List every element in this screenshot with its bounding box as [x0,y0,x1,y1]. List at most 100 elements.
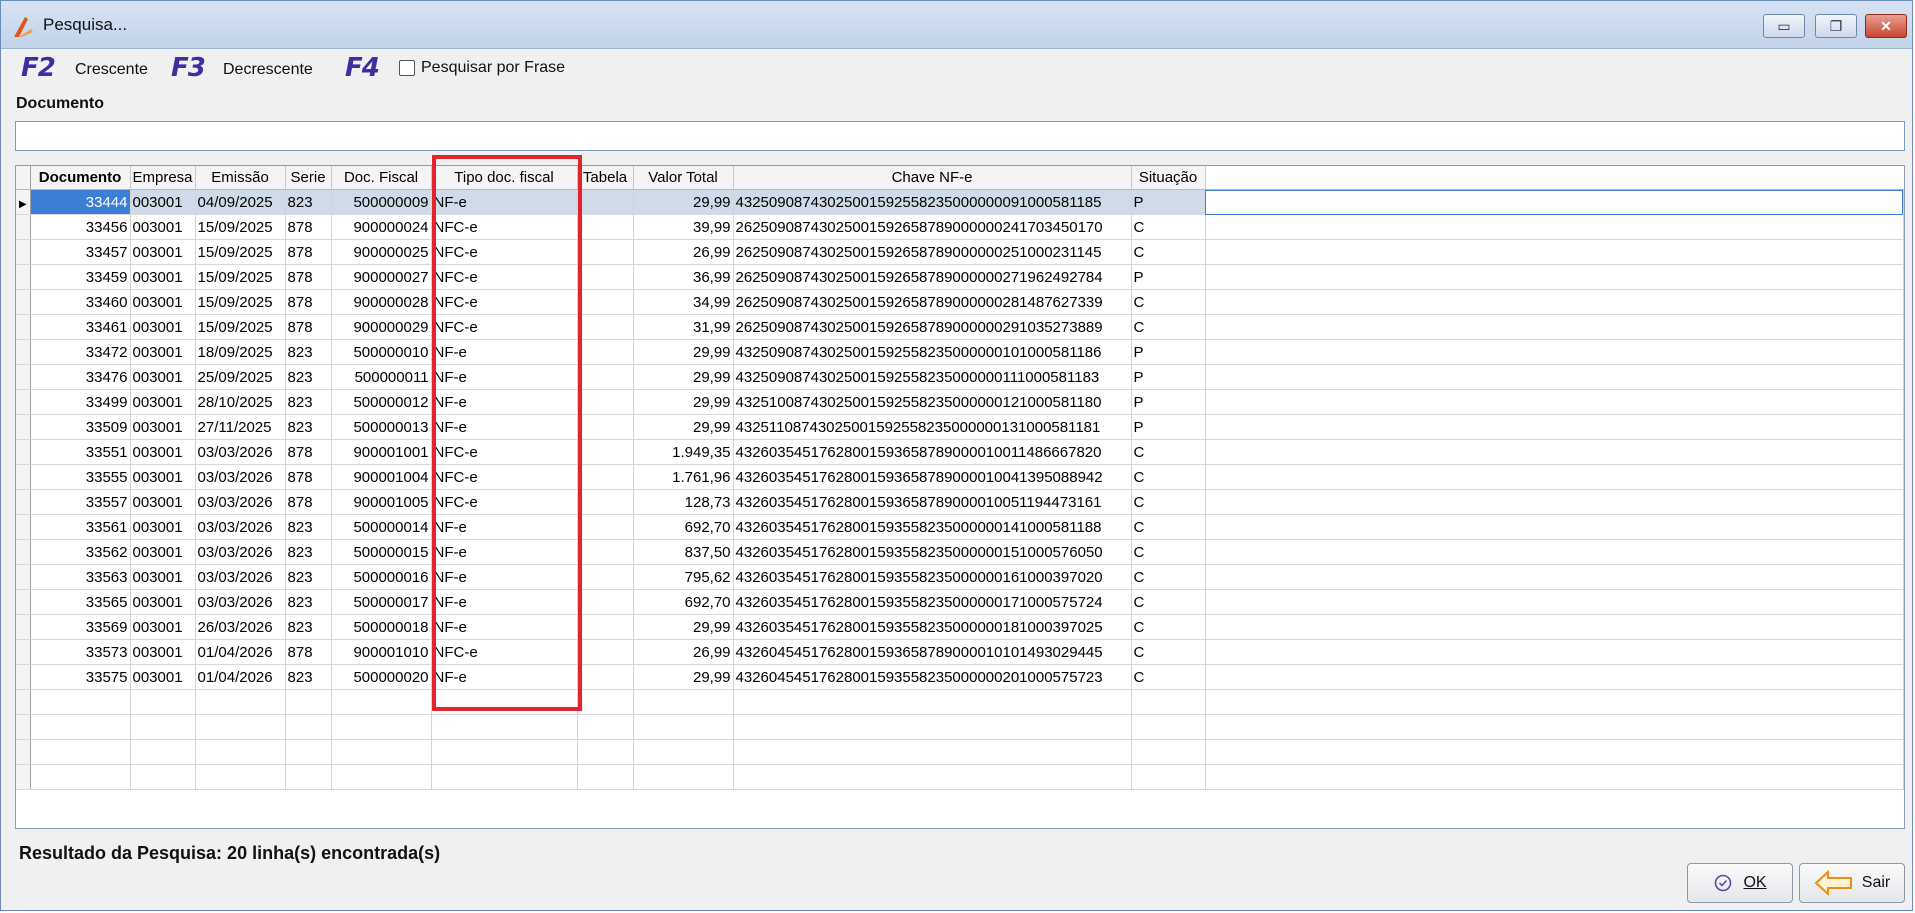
cell-tabela[interactable] [577,414,634,440]
cell-documento[interactable]: 33499 [30,389,131,415]
cell-chave-nfe[interactable]: 2625090874302500159265878900000029103527… [733,314,1132,340]
cell-empresa[interactable]: 003001 [130,489,196,515]
cell-tabela[interactable] [577,339,634,365]
cell-tipo-doc-fiscal[interactable]: NFC-e [431,439,578,465]
cell-tabela[interactable] [577,489,634,515]
cell-tipo-doc-fiscal[interactable]: NF-e [431,564,578,590]
cell-documento[interactable]: 33563 [30,564,131,590]
cell-valor-total[interactable]: 29,99 [633,614,734,640]
cell-valor-total[interactable]: 39,99 [633,214,734,240]
cell-valor-total[interactable]: 837,50 [633,539,734,565]
cell-empresa[interactable]: 003001 [130,289,196,315]
cell-valor-total[interactable]: 29,99 [633,364,734,390]
cell-documento[interactable]: 33472 [30,339,131,365]
column-header-documento[interactable]: Documento [30,166,131,190]
cell-emissao[interactable]: 03/03/2026 [195,439,286,465]
cell-emissao[interactable]: 03/03/2026 [195,539,286,565]
cell-valor-total[interactable]: 1.949,35 [633,439,734,465]
cell-valor-total[interactable]: 692,70 [633,589,734,615]
cell-tabela[interactable] [577,289,634,315]
cell-situacao[interactable]: C [1131,489,1206,515]
cell-chave-nfe[interactable]: 4326035451762800159365878900001005119447… [733,489,1132,515]
table-row[interactable]: 33569 003001 26/03/2026 823 500000018 NF-e 29,… [16,614,1904,640]
cell-chave-nfe[interactable]: 4326035451762800159365878900001004139508… [733,464,1132,490]
cell-chave-nfe[interactable]: 4326045451762800159365878900001010149302… [733,639,1132,665]
cell-tipo-doc-fiscal[interactable]: NF-e [431,514,578,540]
cell-valor-total[interactable]: 1.761,96 [633,464,734,490]
cell-tabela[interactable] [577,539,634,565]
cell-documento[interactable]: 33565 [30,589,131,615]
cell-tabela[interactable] [577,214,634,240]
cell-empresa[interactable]: 003001 [130,439,196,465]
cell-tipo-doc-fiscal[interactable]: NF-e [431,614,578,640]
cell-tipo-doc-fiscal[interactable]: NFC-e [431,289,578,315]
cell-serie[interactable]: 878 [285,314,332,340]
cell-empresa[interactable]: 003001 [130,464,196,490]
cell-doc-fiscal[interactable]: 500000010 [331,339,432,365]
phrase-search-label[interactable]: Pesquisar por Frase [421,59,565,77]
minimize-button[interactable]: ▭ [1763,14,1805,38]
results-grid[interactable]: Documento Empresa Emissão Serie Doc. Fiscal T… [15,165,1905,829]
cell-doc-fiscal[interactable]: 500000015 [331,539,432,565]
cell-emissao[interactable]: 26/03/2026 [195,614,286,640]
ok-button[interactable]: OK [1687,863,1793,903]
cell-doc-fiscal[interactable]: 500000009 [331,189,432,215]
cell-tipo-doc-fiscal[interactable]: NFC-e [431,639,578,665]
cell-chave-nfe[interactable]: 4325090874302500159255823500000010100058… [733,339,1132,365]
cell-valor-total[interactable]: 34,99 [633,289,734,315]
cell-tabela[interactable] [577,589,634,615]
cell-tabela[interactable] [577,364,634,390]
cell-empresa[interactable]: 003001 [130,214,196,240]
cell-tipo-doc-fiscal[interactable]: NF-e [431,664,578,690]
column-header-serie[interactable]: Serie [285,166,332,190]
cell-situacao[interactable]: P [1131,264,1206,290]
cell-chave-nfe[interactable]: 4326035451762800159355823500000017100057… [733,589,1132,615]
cell-chave-nfe[interactable]: 4325090874302500159255823500000009100058… [733,189,1132,215]
cell-empresa[interactable]: 003001 [130,264,196,290]
cell-emissao[interactable]: 01/04/2026 [195,664,286,690]
table-row[interactable]: 33460 003001 15/09/2025 878 900000028 NFC-e 34… [16,289,1904,315]
cell-situacao[interactable]: C [1131,639,1206,665]
cell-serie[interactable]: 878 [285,489,332,515]
cell-tipo-doc-fiscal[interactable]: NF-e [431,389,578,415]
cell-serie[interactable]: 823 [285,564,332,590]
column-header-empresa[interactable]: Empresa [130,166,196,190]
cell-empresa[interactable]: 003001 [130,364,196,390]
table-row[interactable]: 33551 003001 03/03/2026 878 900001001 NFC-e 1.… [16,439,1904,465]
cell-doc-fiscal[interactable]: 900000028 [331,289,432,315]
cell-doc-fiscal[interactable]: 900001010 [331,639,432,665]
cell-empresa[interactable]: 003001 [130,389,196,415]
cell-situacao[interactable]: C [1131,564,1206,590]
cell-doc-fiscal[interactable]: 500000016 [331,564,432,590]
cell-empresa[interactable]: 003001 [130,239,196,265]
table-row[interactable]: 33476 003001 25/09/2025 823 500000011 NF-e 29,… [16,364,1904,390]
cell-valor-total[interactable]: 26,99 [633,639,734,665]
cell-valor-total[interactable]: 26,99 [633,239,734,265]
cell-valor-total[interactable]: 36,99 [633,264,734,290]
cell-situacao[interactable]: P [1131,364,1206,390]
cell-serie[interactable]: 878 [285,239,332,265]
cell-tipo-doc-fiscal[interactable]: NFC-e [431,314,578,340]
cell-tipo-doc-fiscal[interactable]: NFC-e [431,239,578,265]
cell-serie[interactable]: 823 [285,364,332,390]
cell-doc-fiscal[interactable]: 500000014 [331,514,432,540]
close-button[interactable]: ✕ [1865,14,1907,38]
cell-serie[interactable]: 823 [285,514,332,540]
cell-tipo-doc-fiscal[interactable]: NF-e [431,414,578,440]
cell-emissao[interactable]: 03/03/2026 [195,464,286,490]
cell-chave-nfe[interactable]: 2625090874302500159265878900000025100023… [733,239,1132,265]
cell-serie[interactable]: 878 [285,214,332,240]
cell-tipo-doc-fiscal[interactable]: NF-e [431,589,578,615]
cell-documento[interactable]: 33460 [30,289,131,315]
cell-tipo-doc-fiscal[interactable]: NF-e [431,339,578,365]
cell-tabela[interactable] [577,264,634,290]
cell-documento[interactable]: 33551 [30,439,131,465]
f3-key-icon[interactable]: F3 [171,53,206,83]
cell-empresa[interactable]: 003001 [130,664,196,690]
cell-doc-fiscal[interactable]: 500000013 [331,414,432,440]
cell-situacao[interactable]: P [1131,389,1206,415]
cell-empresa[interactable]: 003001 [130,339,196,365]
cell-doc-fiscal[interactable]: 900001001 [331,439,432,465]
cell-documento[interactable]: 33459 [30,264,131,290]
cell-tabela[interactable] [577,639,634,665]
